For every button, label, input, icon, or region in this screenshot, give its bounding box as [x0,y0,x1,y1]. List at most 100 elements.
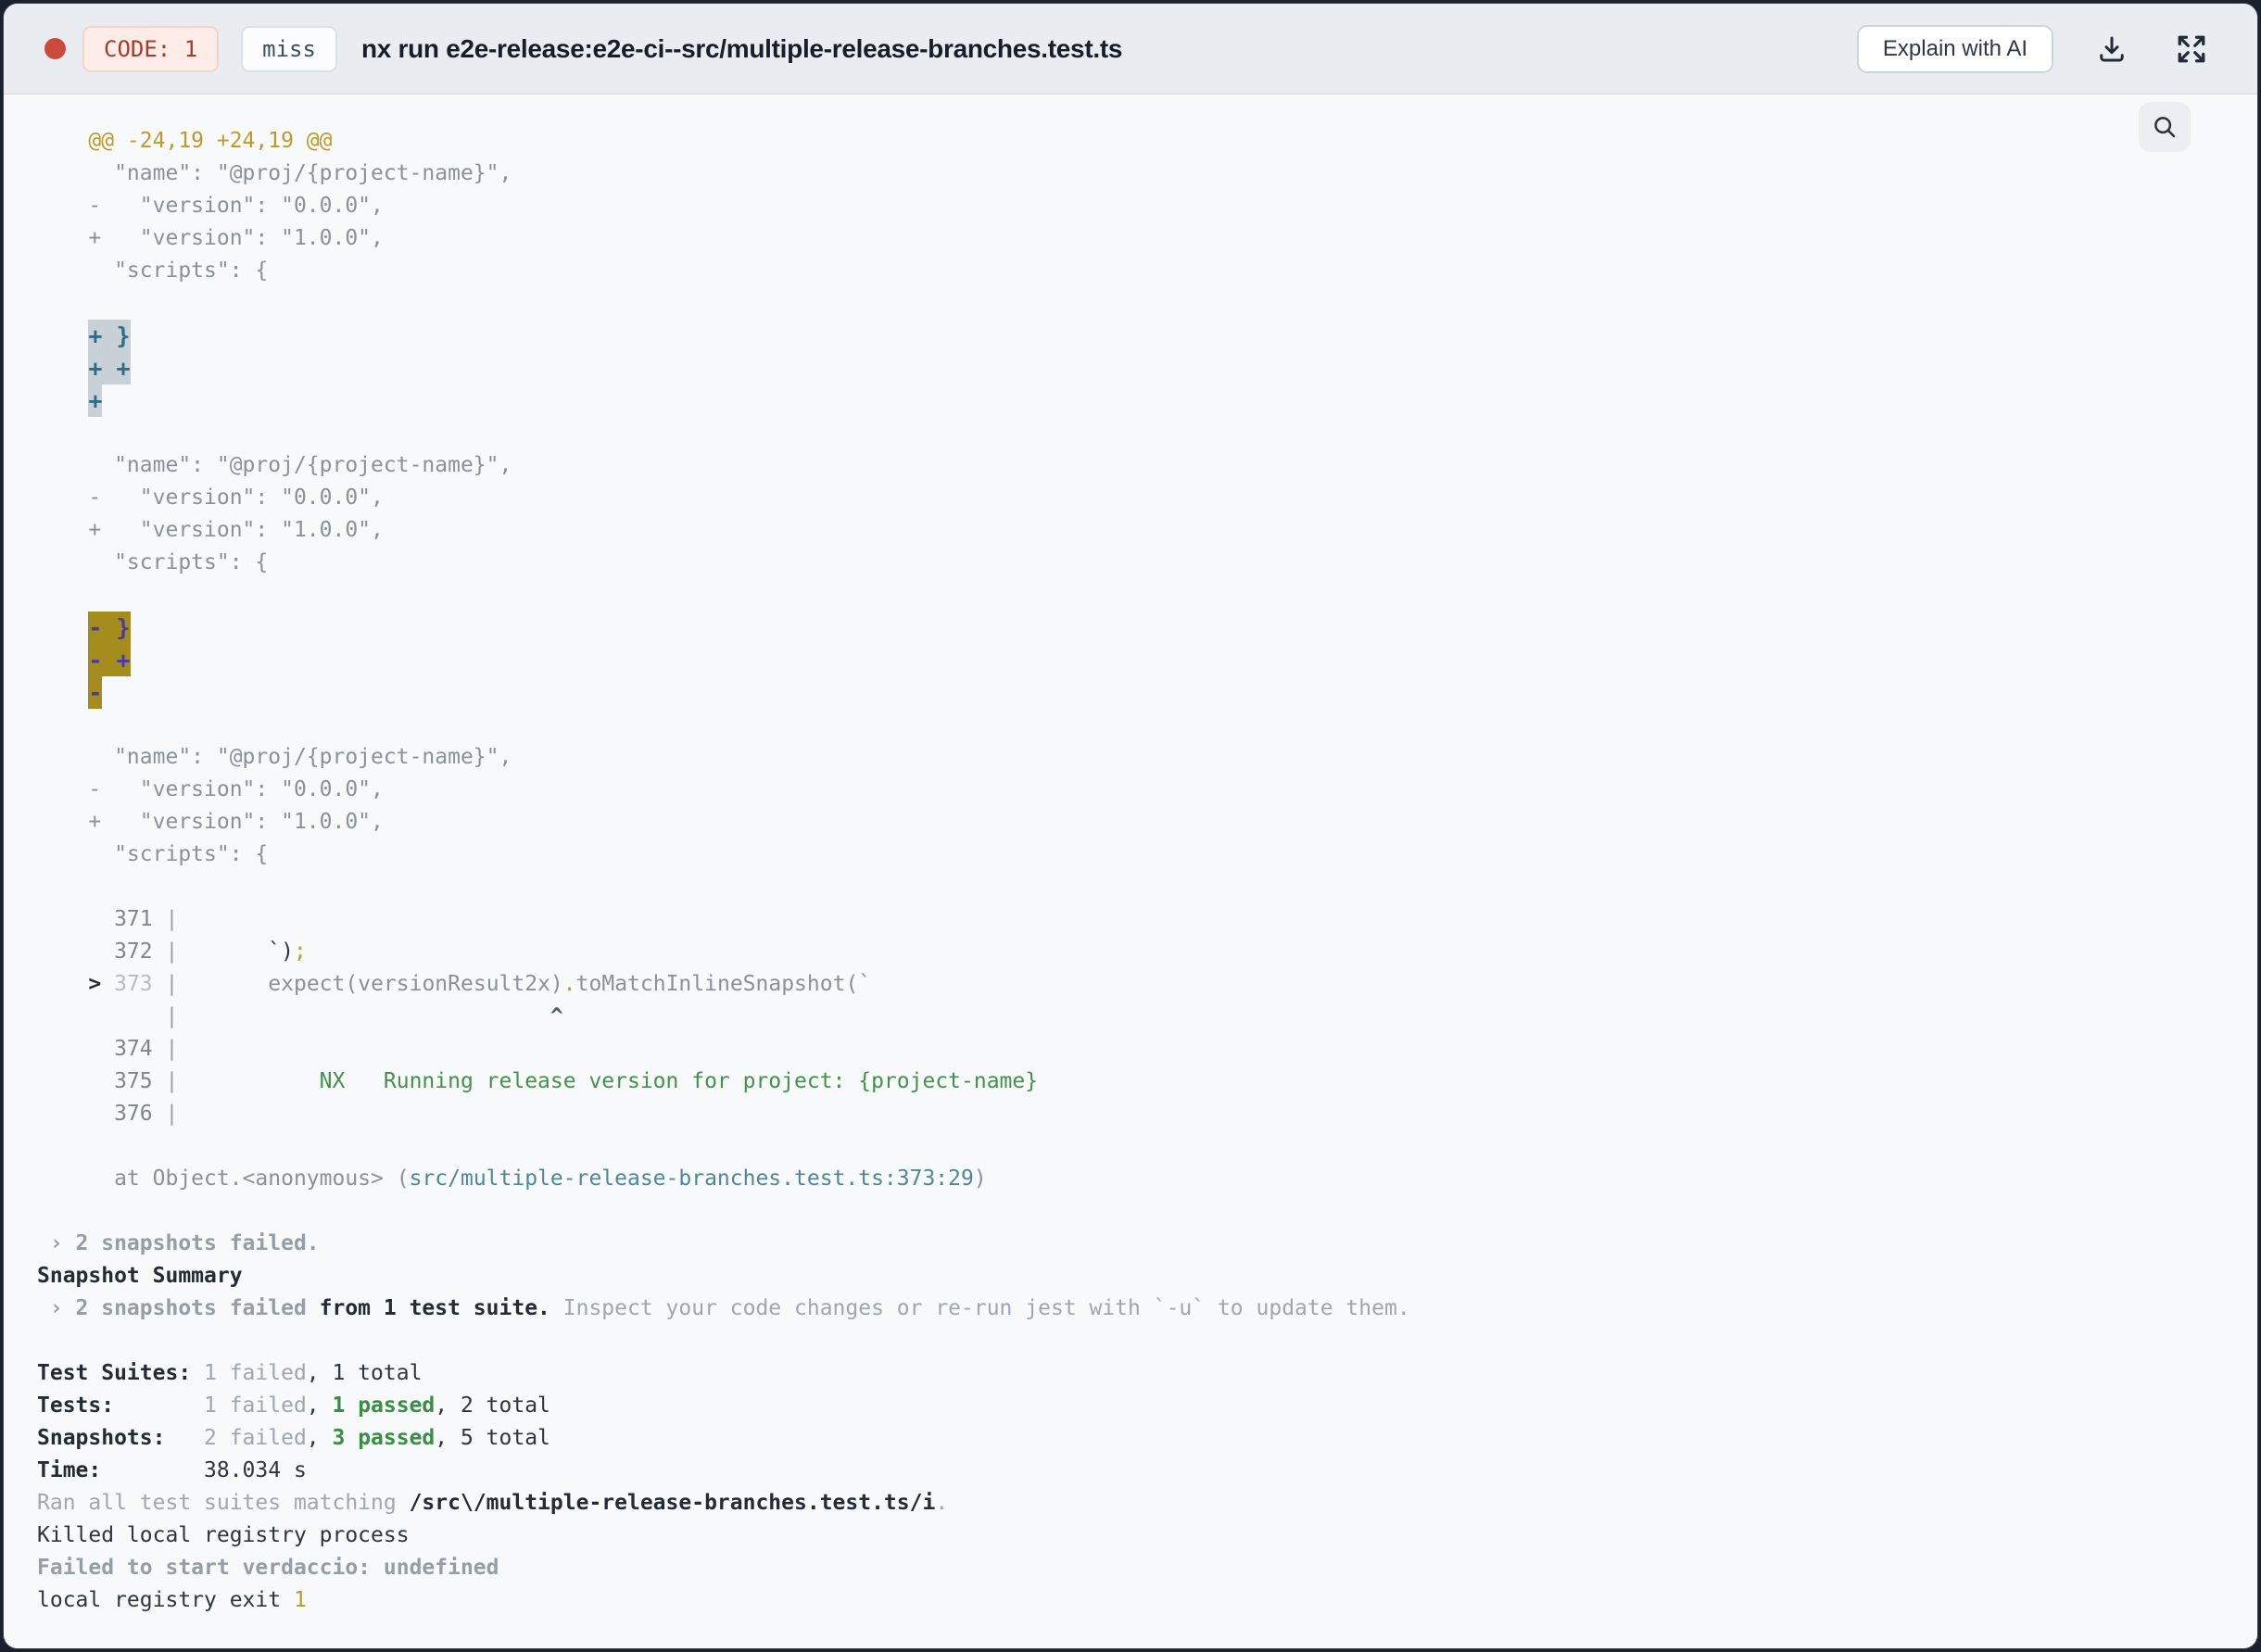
terminal-text-segment: Test Suites: [37,1361,205,1385]
terminal-text-segment: 374 [37,1037,153,1061]
exit-code-badge: CODE: 1 [82,25,220,72]
terminal-line: "name": "@proj/{project-name}", [37,449,2220,482]
terminal-text-segment: - "version": "0.0.0", [37,194,384,218]
terminal-line: local registry exit 1 [37,1584,2220,1617]
terminal-text-segment: 373 [114,972,153,996]
terminal-text-segment: , [306,1426,333,1450]
terminal-text-segment: > [88,972,102,996]
terminal-text-segment: , 5 total [435,1426,550,1450]
terminal-text-segment: + "version": "1.0.0", [37,226,384,250]
terminal-line: 375 | NX Running release version for pro… [37,1066,2220,1098]
terminal-text-segment: - } [88,612,131,644]
terminal-line: 371 | [37,903,2220,936]
terminal-text-segment: . [935,1491,949,1515]
terminal-line: 372 | `); [37,936,2220,968]
terminal-text-segment: Snapshot Summary [37,1264,243,1288]
terminal-text-segment: 3 passed [332,1426,436,1450]
terminal-text-segment: ; [293,939,307,964]
terminal-text-segment: 372 [37,939,153,964]
terminal-text-segment: Killed local registry process [37,1523,410,1547]
terminal-text-segment: 38.034 s [204,1458,307,1482]
terminal-line: + } [37,320,2220,352]
terminal-text-segment: , 1 total [306,1361,423,1385]
terminal-text-segment: Snapshots: [37,1426,205,1450]
terminal-text-segment: 1 [293,1588,307,1612]
terminal-line: Time: 38.034 s [37,1455,2220,1487]
terminal-line: + "version": "1.0.0", [37,514,2220,547]
terminal-text-segment: "scripts": { [37,550,269,574]
terminal-line: "name": "@proj/{project-name}", [37,741,2220,774]
terminal-line: 376 | [37,1098,2220,1130]
terminal-line: | ^ [37,1001,2220,1033]
search-icon [2154,117,2176,138]
terminal-line: "scripts": { [37,547,2220,579]
download-button[interactable] [2090,28,2133,70]
terminal-text-segment: | [152,1069,179,1093]
terminal-text-segment: Tests: [37,1393,205,1418]
terminal-text-segment: . [562,972,576,996]
terminal-text-segment: + } [88,320,131,352]
search-button[interactable] [2139,102,2191,152]
terminal-line: @@ -24,19 +24,19 @@ [37,125,2220,158]
terminal-text-segment: | [152,1037,179,1061]
terminal-text-segment: Ran all test suites matching [37,1491,410,1515]
terminal-line: Snapshot Summary [37,1260,2220,1293]
terminal-line: Ran all test suites matching /src\/multi… [37,1487,2220,1520]
terminal-text-segment: | [152,939,179,964]
fullscreen-icon [2178,35,2205,62]
terminal-text-segment: toMatchInlineSnapshot(` [575,972,872,996]
terminal-text-segment: 376 [37,1102,153,1126]
terminal-text-segment: - "version": "0.0.0", [37,777,384,801]
terminal-output: @@ -24,19 +24,19 @@ "name": "@proj/{proj… [4,95,2257,1648]
terminal-text-segment: - + [88,644,131,676]
terminal-line: + "version": "1.0.0", [37,222,2220,255]
terminal-text-segment: 375 [37,1069,153,1093]
explain-with-ai-button[interactable]: Explain with AI [1856,24,2053,73]
terminal-line: › 2 snapshots failed from 1 test suite. … [37,1293,2220,1325]
terminal-text-segment: , 2 total [435,1393,550,1418]
header: CODE: 1 miss nx run e2e-release:e2e-ci--… [4,4,2257,95]
terminal-text-segment: "scripts": { [37,842,269,866]
terminal-line: - "version": "0.0.0", [37,190,2220,222]
terminal-line: "name": "@proj/{project-name}", [37,158,2220,190]
terminal-text-segment: › 2 snapshots failed [37,1296,307,1320]
terminal-panel: @@ -24,19 +24,19 @@ "name": "@proj/{proj… [4,95,2257,1648]
terminal-line: + "version": "1.0.0", [37,806,2220,839]
terminal-text-segment: | [152,972,179,996]
terminal-line: - "version": "0.0.0", [37,482,2220,514]
terminal-text-segment: /src\/multiple-release-branches.test.ts/… [409,1491,936,1515]
terminal-text-segment: | [152,1102,179,1126]
terminal-line: Snapshots: 2 failed, 3 passed, 5 total [37,1422,2220,1455]
terminal-line: Test Suites: 1 failed, 1 total [37,1357,2220,1390]
terminal-text-segment: ^ [549,1004,563,1028]
download-icon [2100,36,2124,61]
terminal-line: 374 | [37,1033,2220,1066]
terminal-text-segment: src/multiple-release-branches.test.ts:37… [409,1166,974,1191]
terminal-text-segment: | [152,907,179,931]
terminal-text-segment: + "version": "1.0.0", [37,518,384,542]
terminal-line: › 2 snapshots failed. [37,1228,2220,1260]
terminal-text-segment: | [165,1004,179,1028]
terminal-text-segment: "name": "@proj/{project-name}", [37,745,512,769]
fullscreen-button[interactable] [2170,28,2213,70]
cache-status-badge: miss [241,25,337,72]
terminal-text-segment: "name": "@proj/{project-name}", [37,161,512,185]
terminal-text-segment: 1 failed [204,1361,307,1385]
